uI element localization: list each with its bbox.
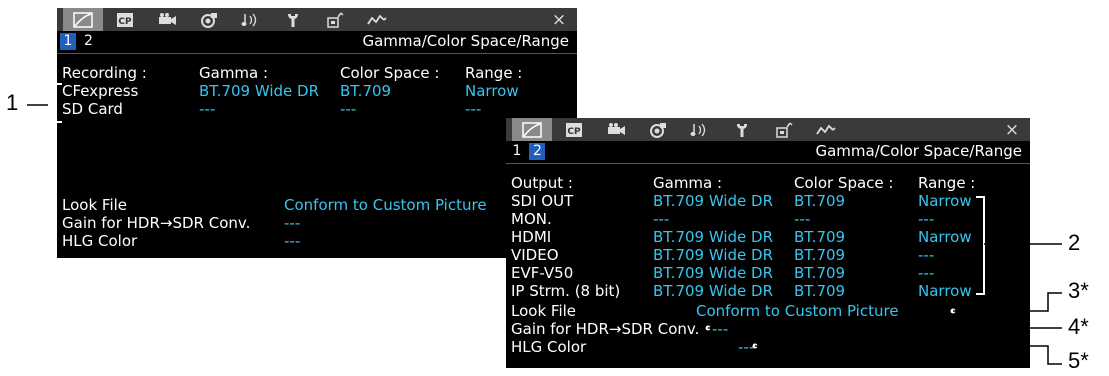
- callout-label-2: 2: [1068, 230, 1081, 255]
- callout-5-leader: [755, 345, 1062, 365]
- callout-3-leader: [953, 292, 1062, 312]
- callout-label-4: 4*: [1068, 314, 1089, 339]
- callout-label-5: 5*: [1068, 348, 1089, 373]
- callout-label-3: 3*: [1068, 278, 1089, 303]
- callout-2-bracket: [976, 196, 985, 295]
- callout-1-bracket: [54, 83, 62, 123]
- callout-label-1: 1: [6, 90, 19, 115]
- callout-lines: [27, 83, 1062, 365]
